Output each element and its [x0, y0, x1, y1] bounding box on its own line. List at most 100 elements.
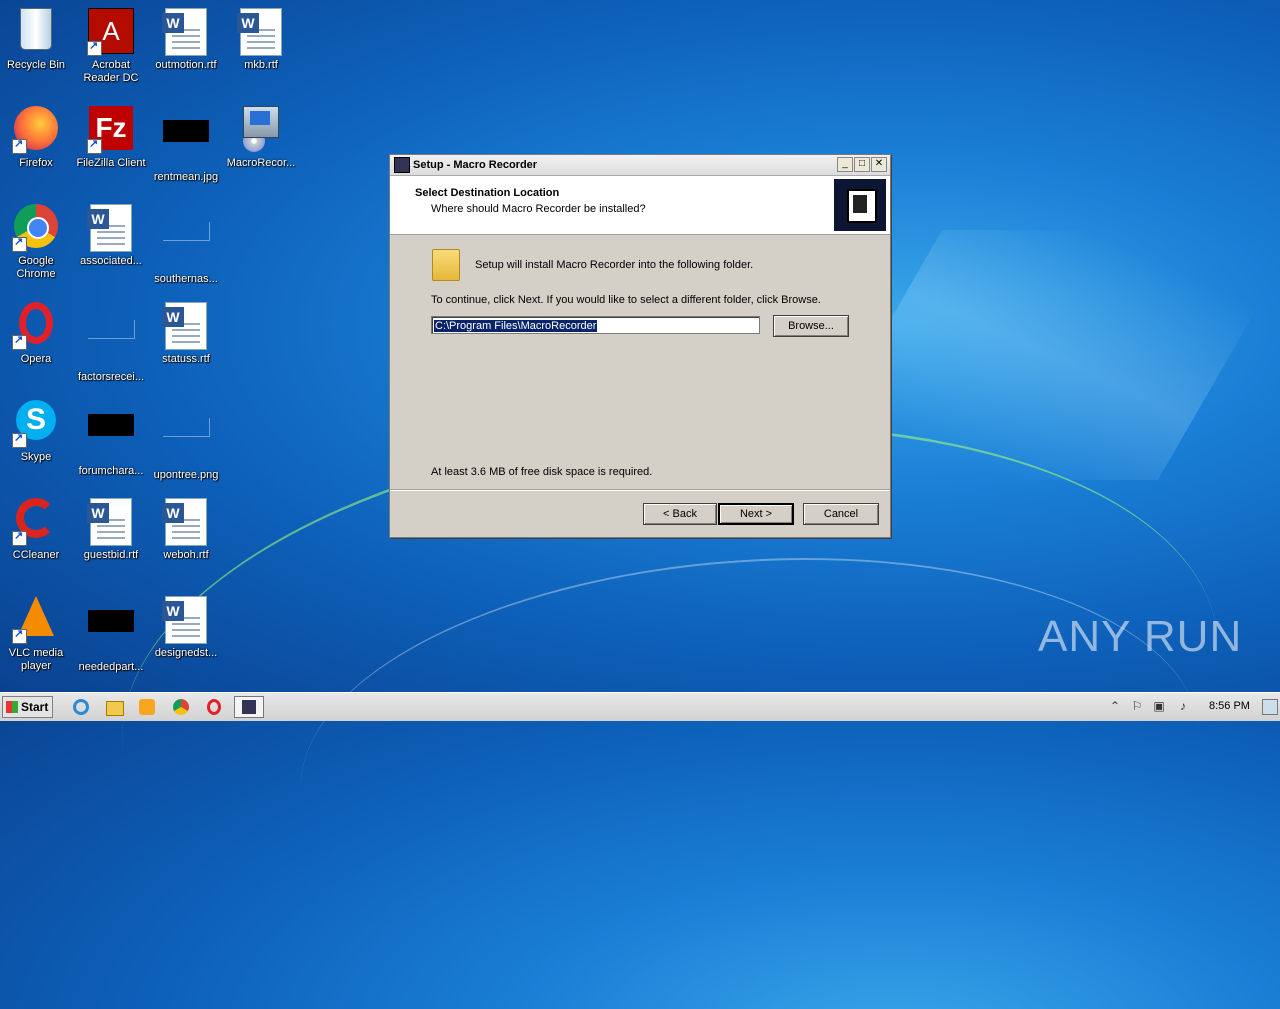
cancel-button[interactable]: Cancel: [803, 503, 879, 525]
word-document-icon: W: [87, 498, 135, 546]
desktop-icon-associated[interactable]: W associated...: [73, 200, 149, 290]
chrome-taskbar-icon[interactable]: [171, 697, 191, 717]
firefox-icon: [12, 106, 60, 154]
desktop-icon-opera[interactable]: Opera: [0, 298, 74, 388]
word-document-icon: W: [162, 498, 210, 546]
blank-file-icon: [162, 418, 210, 466]
desktop-icon-label: southernas...: [154, 273, 218, 285]
desktop-icon-chrome[interactable]: Google Chrome: [0, 200, 74, 290]
desktop-icon-label: upontree.png: [153, 469, 219, 481]
wizard-body: Setup will install Macro Recorder into t…: [390, 235, 890, 491]
desktop-icon-acrobat[interactable]: A Acrobat Reader DC: [73, 4, 149, 94]
image-thumbnail-icon: [162, 120, 210, 168]
next-button[interactable]: Next >: [718, 503, 794, 525]
desktop-icon-filezilla[interactable]: Fz FileZilla Client: [73, 102, 149, 192]
desktop-icon-mkb[interactable]: W mkb.rtf: [223, 4, 299, 94]
opera-taskbar-icon[interactable]: [204, 697, 224, 717]
taskbar: Start ⌃ ⚐ ▣ ♪ 8:56 PM: [0, 692, 1280, 721]
destination-path-input[interactable]: C:\Program Files\MacroRecorder: [431, 316, 760, 334]
desktop-icon-label: associated...: [80, 255, 142, 267]
media-player-icon[interactable]: [137, 697, 157, 717]
setup-window[interactable]: Setup - Macro Recorder _ □ ✕ Select Dest…: [389, 154, 891, 538]
desktop-icon-guestbid[interactable]: W guestbid.rtf: [73, 494, 149, 584]
continue-instructions: To continue, click Next. If you would li…: [431, 294, 821, 306]
desktop-icon-neededpart[interactable]: neededpart...: [73, 592, 149, 682]
desktop-icon-label: Google Chrome: [16, 255, 56, 280]
setup-app-icon: [394, 157, 410, 173]
install-info-text: Setup will install Macro Recorder into t…: [475, 259, 754, 271]
watermark: ANY RUN: [1038, 612, 1243, 661]
skype-icon: S: [12, 400, 60, 448]
desktop-icon-factorsrecei[interactable]: factorsrecei...: [73, 298, 149, 388]
desktop-icon-ccleaner[interactable]: CCleaner: [0, 494, 74, 584]
desktop-icon-firefox[interactable]: Firefox: [0, 102, 74, 192]
word-document-icon: W: [237, 8, 285, 56]
desktop-icon-label: weboh.rtf: [163, 549, 209, 561]
acrobat-icon: A: [87, 8, 135, 56]
desktop-icon-label: designedst...: [154, 647, 218, 659]
word-document-icon: W: [162, 302, 210, 350]
desktop-icon-label: Skype: [20, 451, 52, 463]
vlc-icon: [12, 596, 60, 644]
page-subtitle: Where should Macro Recorder be installed…: [431, 203, 646, 215]
desktop-icon-label: outmotion.rtf: [155, 59, 217, 71]
desktop-icon-label: guestbid.rtf: [83, 549, 139, 561]
desktop-icon-outmotion[interactable]: W outmotion.rtf: [148, 4, 224, 94]
desktop-icon-weboh[interactable]: W weboh.rtf: [148, 494, 224, 584]
filezilla-icon: Fz: [87, 106, 135, 154]
desktop-icon-macrorecorder[interactable]: MacroRecor...: [223, 102, 299, 192]
desktop-icon-label: Recycle Bin: [6, 59, 66, 71]
desktop-icon-designedst[interactable]: W designedst...: [148, 592, 224, 682]
window-title: Setup - Macro Recorder: [413, 159, 538, 171]
opera-icon: [12, 302, 60, 350]
path-value: C:\Program Files\MacroRecorder: [434, 320, 598, 332]
start-label: Start: [21, 700, 49, 714]
desktop-icon-label: Firefox: [19, 157, 53, 169]
close-button[interactable]: ✕: [871, 157, 887, 172]
setup-taskbar-button[interactable]: [234, 696, 264, 718]
minimize-button[interactable]: _: [837, 157, 853, 172]
desktop-icon-southernas[interactable]: southernas...: [148, 200, 224, 290]
windows-logo-icon: [6, 701, 18, 713]
desktop-icon-label: forumchara...: [78, 465, 144, 477]
installer-logo-icon: [834, 179, 886, 231]
desktop-icon-recycle-bin[interactable]: Recycle Bin: [0, 4, 74, 94]
title-bar[interactable]: Setup - Macro Recorder _ □ ✕: [390, 155, 890, 176]
ccleaner-icon: [12, 498, 60, 546]
file-explorer-icon[interactable]: [104, 697, 124, 717]
blank-file-icon: [87, 320, 135, 368]
start-button[interactable]: Start: [2, 696, 53, 718]
desktop-icon-label: rentmean.jpg: [153, 171, 219, 183]
desktop-icon-skype[interactable]: S Skype: [0, 396, 74, 486]
recycle-bin-icon: [12, 8, 60, 56]
show-desktop-icon[interactable]: [1262, 699, 1278, 715]
desktop-icon-label: FileZilla Client: [76, 157, 146, 169]
page-title: Select Destination Location: [415, 187, 560, 199]
internet-explorer-icon[interactable]: [71, 697, 91, 717]
blank-file-icon: [162, 222, 210, 270]
desktop-icon-label: mkb.rtf: [244, 59, 278, 71]
browse-button[interactable]: Browse...: [773, 315, 849, 337]
word-document-icon: W: [87, 204, 135, 252]
desktop-icon-label: CCleaner: [12, 549, 60, 561]
action-center-flag-icon[interactable]: ⚐: [1130, 699, 1144, 713]
desktop-icon-label: VLC media player: [8, 647, 64, 672]
desktop-icon-statuss[interactable]: W statuss.rtf: [148, 298, 224, 388]
desktop-icon-forumchara[interactable]: forumchara...: [73, 396, 149, 486]
desktop-icon-label: factorsrecei...: [77, 371, 145, 383]
word-document-icon: W: [162, 8, 210, 56]
desktop-icon-label: Acrobat Reader DC: [83, 59, 139, 84]
desktop-icon-vlc[interactable]: VLC media player: [0, 592, 74, 682]
volume-icon[interactable]: ♪: [1176, 699, 1190, 713]
folder-icon: [432, 249, 460, 281]
word-document-icon: W: [162, 596, 210, 644]
desktop-icon-upontree[interactable]: upontree.png: [148, 396, 224, 486]
desktop-icon-label: neededpart...: [78, 661, 144, 673]
clock[interactable]: 8:56 PM: [1209, 700, 1250, 712]
desktop-icon-label: Opera: [20, 353, 52, 365]
maximize-button[interactable]: □: [854, 157, 870, 172]
network-icon[interactable]: ▣: [1152, 699, 1166, 713]
back-button[interactable]: < Back: [643, 503, 717, 525]
show-hidden-icons-chevron-icon[interactable]: ⌃: [1108, 699, 1122, 713]
desktop-icon-rentmean[interactable]: rentmean.jpg: [148, 102, 224, 192]
